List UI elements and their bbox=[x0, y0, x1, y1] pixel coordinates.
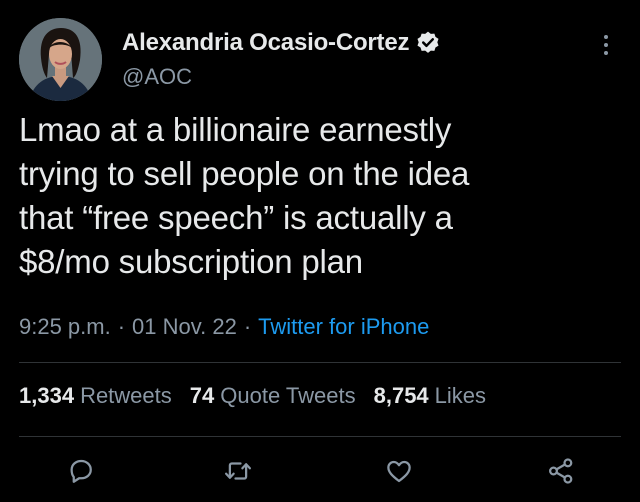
retweets-count: 1,334 bbox=[19, 383, 75, 408]
tweet-text-line: $8/mo subscription plan bbox=[19, 243, 363, 280]
tweet-text: Lmao at a billionaire earnestly trying t… bbox=[19, 108, 619, 284]
tweet-actions bbox=[0, 446, 640, 492]
reply-icon[interactable] bbox=[64, 454, 98, 488]
share-icon[interactable] bbox=[544, 454, 578, 488]
retweet-icon[interactable] bbox=[221, 454, 255, 488]
divider bbox=[19, 362, 621, 363]
likes-stat[interactable]: 8,754 Likes bbox=[374, 383, 486, 409]
display-name-row: Alexandria Ocasio-Cortez bbox=[122, 28, 441, 58]
divider bbox=[19, 436, 621, 437]
avatar-image bbox=[19, 18, 102, 101]
tweet-text-line: trying to sell people on the idea bbox=[19, 155, 470, 192]
tweet-card: Alexandria Ocasio-Cortez @AOC Lmao at a … bbox=[0, 0, 640, 502]
quote-tweets-label: Quote Tweets bbox=[220, 383, 356, 408]
likes-label: Likes bbox=[434, 383, 487, 408]
tweet-stats: 1,334 Retweets 74 Quote Tweets 8,754 Lik… bbox=[19, 383, 504, 409]
retweets-label: Retweets bbox=[80, 383, 172, 408]
verified-badge-icon bbox=[415, 30, 441, 56]
quote-tweets-stat[interactable]: 74 Quote Tweets bbox=[190, 383, 356, 409]
meta-separator: · bbox=[117, 314, 126, 339]
tweet-meta: 9:25 p.m. · 01 Nov. 22 · Twitter for iPh… bbox=[19, 314, 429, 340]
likes-count: 8,754 bbox=[373, 383, 429, 408]
tweet-source-link[interactable]: Twitter for iPhone bbox=[258, 314, 429, 340]
tweet-time[interactable]: 9:25 p.m. bbox=[19, 314, 111, 340]
avatar[interactable] bbox=[19, 18, 102, 101]
tweet-date[interactable]: 01 Nov. 22 bbox=[132, 314, 237, 340]
meta-separator: · bbox=[243, 314, 252, 339]
tweet-text-line: that “free speech” is actually a bbox=[19, 199, 453, 236]
retweets-stat[interactable]: 1,334 Retweets bbox=[19, 383, 172, 409]
author-handle[interactable]: @AOC bbox=[122, 64, 192, 90]
tweet-text-line: Lmao at a billionaire earnestly bbox=[19, 111, 452, 148]
more-vertical-icon[interactable] bbox=[594, 30, 618, 60]
heart-icon[interactable] bbox=[382, 454, 416, 488]
quote-tweets-count: 74 bbox=[189, 383, 215, 408]
display-name[interactable]: Alexandria Ocasio-Cortez bbox=[122, 29, 409, 57]
